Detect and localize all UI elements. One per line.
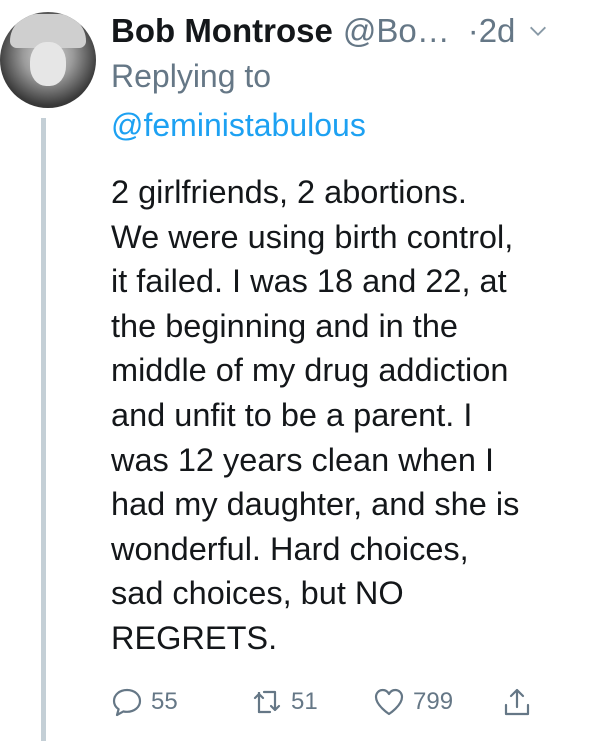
share-icon — [504, 688, 530, 716]
tweet-actions: 55 51 799 — [111, 680, 591, 724]
tweet-text-line: sad choices, but NO — [111, 575, 404, 612]
avatar-face — [30, 42, 66, 86]
tweet-text-line: REGRETS. — [111, 619, 278, 656]
retweet-icon — [253, 690, 281, 714]
tweet-text-line: it failed. I was 18 and 22, at — [111, 263, 507, 300]
tweet-text-line: We were using birth control, — [111, 218, 514, 255]
tweet-header: Bob Montrose @Bo… ·2d — [111, 9, 588, 53]
tweet-text-line: and unfit to be a parent. I — [111, 396, 473, 433]
thread-line — [41, 118, 46, 741]
retweet-count: 51 — [291, 688, 318, 715]
replying-to-label: Replying to — [111, 58, 272, 94]
reply-button[interactable]: 55 — [111, 680, 178, 724]
tweet-text: 2 girlfriends, 2 abortions. We were usin… — [111, 170, 591, 661]
timestamp[interactable]: ·2d — [468, 12, 516, 50]
tweet-text-line: middle of my drug addiction — [111, 352, 509, 389]
like-button[interactable]: 799 — [373, 680, 453, 724]
replying-to-handle[interactable]: @feministabulous — [111, 107, 366, 144]
tweet-text-line: was 12 years clean when I — [111, 441, 494, 478]
share-button[interactable] — [501, 680, 533, 724]
author-handle[interactable]: @Bo… — [343, 12, 450, 50]
reply-count: 55 — [151, 688, 178, 715]
speech-bubble-icon — [112, 688, 142, 717]
retweet-button[interactable]: 51 — [251, 680, 318, 724]
avatar[interactable] — [0, 12, 96, 108]
tweet-text-line: had my daughter, and she is — [111, 486, 520, 523]
tweet-text-line: the beginning and in the — [111, 307, 458, 344]
tweet-text-line: wonderful. Hard choices, — [111, 530, 469, 567]
chevron-down-icon[interactable] — [527, 20, 549, 42]
heart-icon — [374, 688, 404, 716]
tweet-text-line: 2 girlfriends, 2 abortions. — [111, 174, 467, 210]
author-name[interactable]: Bob Montrose — [111, 12, 333, 50]
like-count: 799 — [413, 688, 454, 715]
